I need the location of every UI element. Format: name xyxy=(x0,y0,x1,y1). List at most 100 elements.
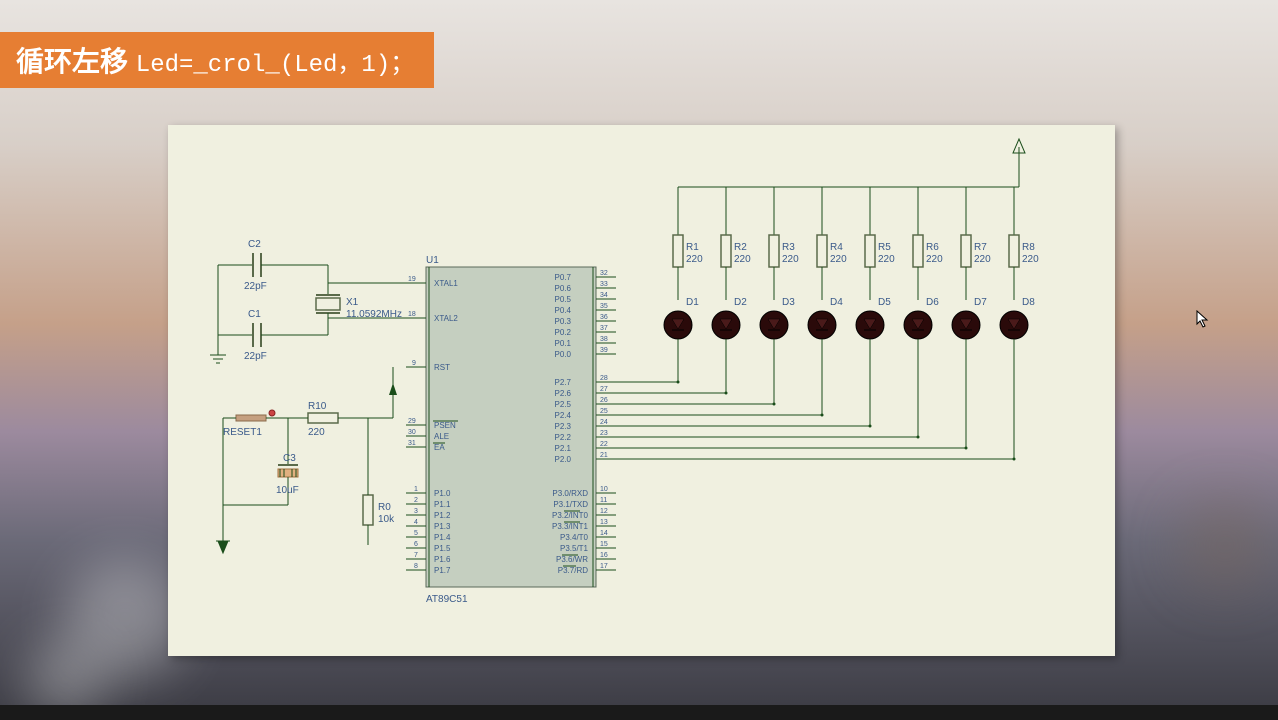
p2-bus-wiring xyxy=(616,381,1016,461)
svg-text:P2.1: P2.1 xyxy=(555,444,572,453)
svg-text:D8: D8 xyxy=(1022,297,1035,308)
svg-text:220: 220 xyxy=(734,254,751,265)
svg-text:D7: D7 xyxy=(974,297,987,308)
svg-text:P0.7: P0.7 xyxy=(555,273,572,282)
svg-text:P0.0: P0.0 xyxy=(555,350,572,359)
led-column-1: R1 220 D1 xyxy=(664,187,703,382)
svg-text:XTAL1: XTAL1 xyxy=(434,279,458,288)
svg-text:7: 7 xyxy=(414,552,418,559)
svg-text:R1: R1 xyxy=(686,242,699,253)
svg-text:4: 4 xyxy=(414,519,418,526)
svg-text:P1.1: P1.1 xyxy=(434,500,451,509)
svg-text:29: 29 xyxy=(408,418,416,425)
svg-text:P2.7: P2.7 xyxy=(555,378,572,387)
svg-text:9: 9 xyxy=(412,360,416,367)
svg-text:P3.0/RXD: P3.0/RXD xyxy=(552,489,588,498)
svg-text:P3.5/T1: P3.5/T1 xyxy=(560,544,589,553)
svg-text:21: 21 xyxy=(600,452,608,459)
led-columns: R1 220 D1 R2 220 D2 R3 220 D3 R4 220 xyxy=(664,187,1039,459)
svg-text:18: 18 xyxy=(408,311,416,318)
svg-text:P0.6: P0.6 xyxy=(555,284,572,293)
svg-text:220: 220 xyxy=(686,254,703,265)
svg-text:31: 31 xyxy=(408,440,416,447)
svg-text:2: 2 xyxy=(414,497,418,504)
svg-text:16: 16 xyxy=(600,552,608,559)
svg-text:17: 17 xyxy=(600,563,608,570)
svg-text:P2.4: P2.4 xyxy=(555,411,572,420)
svg-text:220: 220 xyxy=(830,254,847,265)
svg-text:D4: D4 xyxy=(830,297,843,308)
svg-text:P3.2/INT0: P3.2/INT0 xyxy=(552,511,589,520)
svg-text:C3: C3 xyxy=(283,453,296,464)
svg-text:220: 220 xyxy=(926,254,943,265)
svg-text:27: 27 xyxy=(600,386,608,393)
svg-text:5: 5 xyxy=(414,530,418,537)
led-column-5: R5 220 D5 xyxy=(856,187,895,426)
svg-text:39: 39 xyxy=(600,347,608,354)
svg-text:RST: RST xyxy=(434,363,450,372)
svg-text:P2.3: P2.3 xyxy=(555,422,572,431)
svg-text:22: 22 xyxy=(600,441,608,448)
svg-text:R10: R10 xyxy=(308,401,327,412)
svg-text:D2: D2 xyxy=(734,297,747,308)
svg-text:15: 15 xyxy=(600,541,608,548)
svg-text:R7: R7 xyxy=(974,242,987,253)
svg-text:13: 13 xyxy=(600,519,608,526)
svg-text:P2.6: P2.6 xyxy=(555,389,572,398)
circuit-schematic: U1 AT89C51 19 XTAL1 18 XTAL2 9 RST 29PSE… xyxy=(168,125,1115,656)
svg-text:220: 220 xyxy=(782,254,799,265)
svg-text:220: 220 xyxy=(308,427,325,438)
svg-text:35: 35 xyxy=(600,303,608,310)
svg-text:10k: 10k xyxy=(378,514,395,525)
chip-part: AT89C51 xyxy=(426,594,468,605)
svg-text:19: 19 xyxy=(408,276,416,283)
svg-text:36: 36 xyxy=(600,314,608,321)
svg-text:P1.2: P1.2 xyxy=(434,511,451,520)
svg-text:37: 37 xyxy=(600,325,608,332)
svg-text:P3.1/TXD: P3.1/TXD xyxy=(553,500,588,509)
svg-text:38: 38 xyxy=(600,336,608,343)
chip-ref: U1 xyxy=(426,255,439,266)
svg-text:34: 34 xyxy=(600,292,608,299)
svg-text:P3.7/RD: P3.7/RD xyxy=(558,566,588,575)
led-column-7: R7 220 D7 xyxy=(952,187,991,448)
led-column-8: R8 220 D8 xyxy=(1000,187,1039,459)
mouse-cursor-icon xyxy=(1196,310,1210,333)
svg-text:P2.5: P2.5 xyxy=(555,400,572,409)
led-column-3: R3 220 D3 xyxy=(760,187,799,404)
svg-text:P2.2: P2.2 xyxy=(555,433,572,442)
svg-text:220: 220 xyxy=(974,254,991,265)
svg-text:1: 1 xyxy=(414,486,418,493)
svg-text:R0: R0 xyxy=(378,502,391,513)
title-chinese: 循环左移 xyxy=(16,46,128,77)
svg-text:P0.3: P0.3 xyxy=(555,317,572,326)
svg-text:6: 6 xyxy=(414,541,418,548)
led-column-6: R6 220 D6 xyxy=(904,187,943,437)
svg-text:10uF: 10uF xyxy=(276,485,299,496)
svg-text:P1.7: P1.7 xyxy=(434,566,451,575)
title-code: Led=_crol_(Led，1)； xyxy=(136,52,414,79)
svg-text:220: 220 xyxy=(878,254,895,265)
svg-text:P1.0: P1.0 xyxy=(434,489,451,498)
svg-text:P1.3: P1.3 xyxy=(434,522,451,531)
svg-text:P3.4/T0: P3.4/T0 xyxy=(560,533,589,542)
svg-text:ALE: ALE xyxy=(434,432,449,441)
svg-text:R6: R6 xyxy=(926,242,939,253)
svg-text:P1.4: P1.4 xyxy=(434,533,451,542)
svg-text:25: 25 xyxy=(600,408,608,415)
svg-text:R3: R3 xyxy=(782,242,795,253)
svg-text:14: 14 xyxy=(600,530,608,537)
svg-text:11: 11 xyxy=(600,497,607,504)
svg-text:P0.1: P0.1 xyxy=(555,339,572,348)
svg-text:RESET1: RESET1 xyxy=(223,427,262,438)
svg-text:P0.4: P0.4 xyxy=(555,306,572,315)
title-banner: 循环左移 Led=_crol_(Led，1)； xyxy=(0,32,434,88)
crystal-circuit: C2 22pF X1 11.0592MHz C1 22pF xyxy=(210,239,406,363)
svg-text:220: 220 xyxy=(1022,254,1039,265)
svg-text:EA: EA xyxy=(434,443,445,452)
svg-text:P1.5: P1.5 xyxy=(434,544,451,553)
svg-text:30: 30 xyxy=(408,429,416,436)
led-column-2: R2 220 D2 xyxy=(712,187,751,393)
svg-text:22pF: 22pF xyxy=(244,351,267,362)
svg-text:R5: R5 xyxy=(878,242,891,253)
